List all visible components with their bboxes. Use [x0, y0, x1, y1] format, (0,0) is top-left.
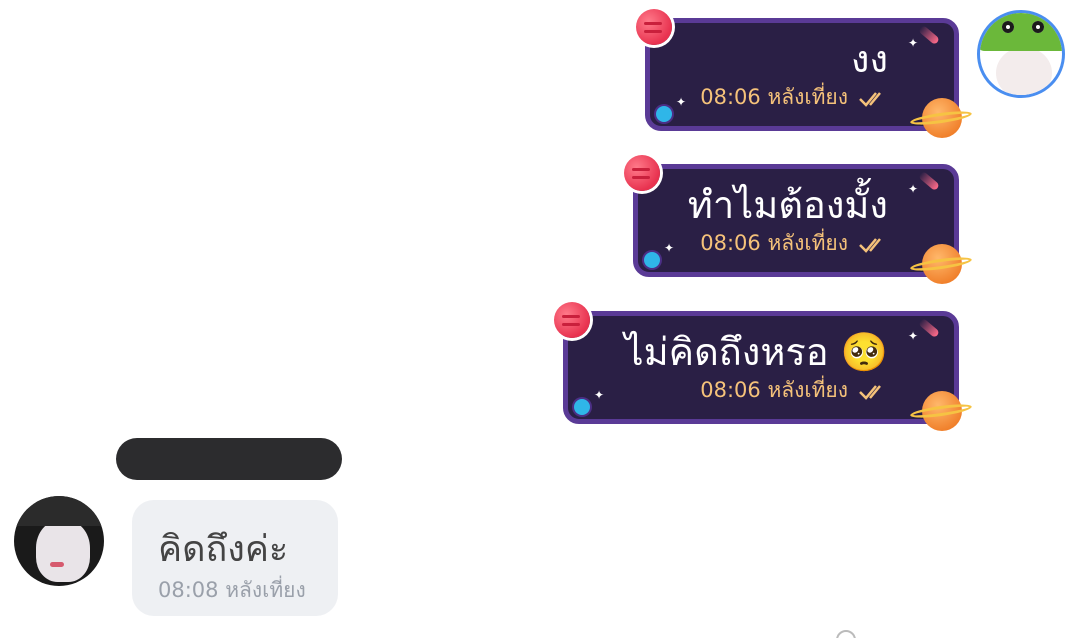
sparkle-icon: ✦: [907, 182, 918, 196]
comet-icon: [918, 170, 940, 192]
message-text: ไม่คิดถึงหรอ 🥺: [624, 330, 889, 374]
message-meta: 08:06 หลังเที่ยง: [700, 81, 888, 114]
chat-view: ✦ ✦ งง 08:06 หลังเที่ยง ✦ ✦ ทำไมต้องมั้ง…: [0, 0, 1077, 638]
message-time: 08:06 หลังเที่ยง: [700, 231, 848, 255]
orange-planet-icon: [922, 244, 962, 284]
sender-name-redacted: [116, 438, 342, 480]
avatar-face: [36, 520, 90, 582]
incoming-message[interactable]: คิดถึงค่ะ 08:08 หลังเที่ยง: [132, 500, 338, 616]
double-check-icon: [859, 237, 881, 253]
double-check-icon: [859, 91, 881, 107]
sparkle-icon: ✦: [907, 329, 918, 343]
red-planet-icon: [636, 9, 672, 45]
blue-planet-icon: [574, 399, 590, 415]
avatar-lip: [50, 562, 64, 567]
message-time: 08:08 หลังเที่ยง: [158, 578, 306, 602]
sparkle-icon: ✦: [907, 36, 918, 50]
dino-hat-icon: [980, 13, 1062, 51]
message-text: ทำไมต้องมั้ง: [687, 183, 888, 227]
blue-planet-icon: [644, 252, 660, 268]
outgoing-message[interactable]: ✦ ✦ ทำไมต้องมั้ง 08:06 หลังเที่ยง: [624, 155, 962, 284]
comet-icon: [918, 24, 940, 46]
sparkle-icon: ✦: [594, 388, 605, 402]
orange-planet-icon: [922, 391, 962, 431]
outgoing-message[interactable]: ✦ ✦ งง 08:06 หลังเที่ยง: [636, 9, 962, 138]
avatar-hair: [14, 496, 104, 526]
red-planet-icon: [554, 302, 590, 338]
red-planet-icon: [624, 155, 660, 191]
sparkle-icon: ✦: [676, 95, 687, 109]
avatar-face: [996, 47, 1052, 95]
orange-planet-icon: [922, 98, 962, 138]
sparkle-icon: ✦: [664, 241, 675, 255]
comet-icon: [918, 317, 940, 339]
outgoing-message[interactable]: ✦ ✦ ไม่คิดถึงหรอ 🥺 08:06 หลังเที่ยง: [554, 302, 962, 431]
contact-avatar[interactable]: [14, 496, 104, 586]
scroll-indicator-icon: [836, 630, 856, 638]
message-time: 08:06 หลังเที่ยง: [700, 85, 848, 109]
message-text: งง: [850, 37, 888, 81]
message-meta: 08:06 หลังเที่ยง: [700, 374, 888, 407]
my-avatar[interactable]: [977, 10, 1065, 98]
message-text: คิดถึงค่ะ: [158, 529, 289, 570]
message-time: 08:06 หลังเที่ยง: [700, 378, 848, 402]
double-check-icon: [859, 384, 881, 400]
message-meta: 08:06 หลังเที่ยง: [700, 227, 888, 260]
blue-planet-icon: [656, 106, 672, 122]
